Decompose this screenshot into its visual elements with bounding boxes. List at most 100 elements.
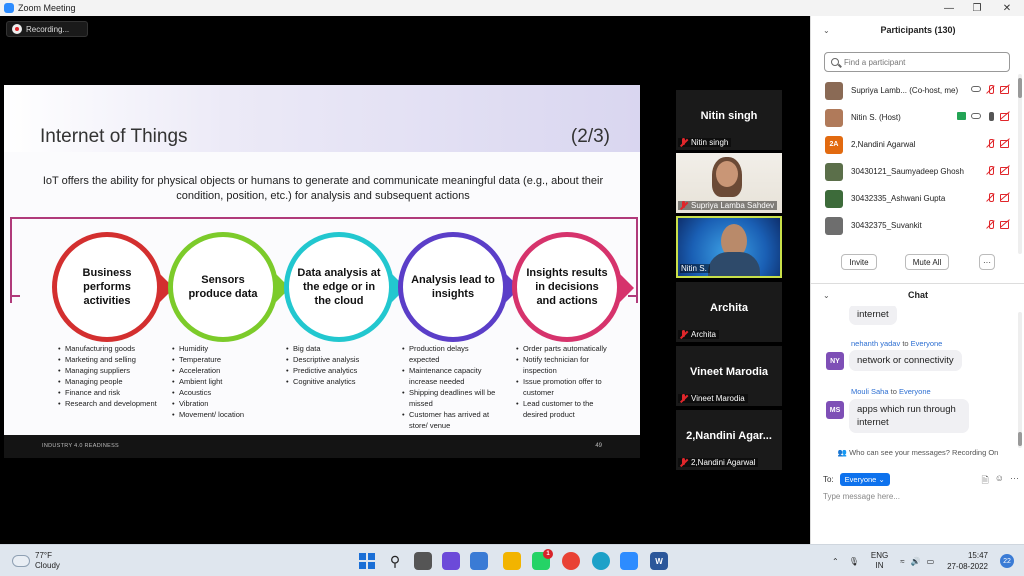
zoom-app-icon[interactable] xyxy=(620,552,638,570)
muted-mic-icon[interactable] xyxy=(986,193,995,202)
list-item: Order parts automatically xyxy=(516,343,614,354)
video-off-icon[interactable] xyxy=(1000,193,1011,202)
participant-search-placeholder: Find a participant xyxy=(844,57,906,67)
participant-status-icons xyxy=(986,139,1011,148)
chat-scrollbar[interactable] xyxy=(1018,312,1022,448)
shared-screen-slide: Internet of Things (2/3) IoT offers the … xyxy=(4,85,640,458)
word-icon[interactable]: W xyxy=(650,552,668,570)
search-icon[interactable]: ⚲ xyxy=(386,552,404,570)
video-tile-nitin-s-active-speaker[interactable]: Nitin S. xyxy=(676,216,782,278)
chat-to-word: to xyxy=(902,339,909,348)
video-tile-archita[interactable]: Archita Archita xyxy=(676,282,782,342)
chat-messages: internet nehanth yadav to Everyone NY ne… xyxy=(811,306,1019,456)
muted-mic-icon[interactable] xyxy=(986,139,995,148)
microphone-icon[interactable]: 🎙 xyxy=(849,557,859,566)
tile-label-text: Archita xyxy=(691,330,716,339)
battery-icon[interactable]: ▭ xyxy=(927,557,935,566)
tile-name: 2,Nandini Agar... xyxy=(686,430,772,442)
list-item: Descriptive analysis xyxy=(286,354,384,365)
list-item: Acceleration xyxy=(172,365,270,376)
tray-overflow-chevron-icon[interactable]: ⌃ xyxy=(832,557,839,566)
cloud-icon xyxy=(12,555,30,567)
language-indicator[interactable]: ENG IN xyxy=(871,551,888,571)
date: 27-08-2022 xyxy=(947,562,988,571)
collapse-participants-chevron-icon[interactable]: ⌄ xyxy=(823,26,830,35)
collapse-chat-chevron-icon[interactable]: ⌄ xyxy=(823,291,830,300)
participant-search-input[interactable]: Find a participant xyxy=(824,52,1010,72)
list-item: Movement/ location xyxy=(172,409,270,420)
wifi-icon[interactable]: ≈ xyxy=(900,557,904,566)
tile-label: Vineet Marodia xyxy=(678,394,748,403)
teams-chat-icon[interactable] xyxy=(442,552,460,570)
file-explorer-icon[interactable] xyxy=(503,552,521,570)
minimize-button[interactable]: — xyxy=(934,0,964,16)
participant-status-icons xyxy=(971,85,1011,94)
maximize-button[interactable]: ❐ xyxy=(962,0,992,16)
file-icon[interactable]: 🗎 xyxy=(982,473,989,489)
tile-label: Archita xyxy=(678,330,719,339)
notification-count-badge[interactable]: 22 xyxy=(1000,554,1014,568)
participants-scrollbar[interactable] xyxy=(1018,74,1022,254)
avatar: MS xyxy=(826,401,844,419)
flow-step-circle: Analysis lead to insights xyxy=(398,232,508,342)
chat-visibility-notice[interactable]: 👥 Who can see your messages? Recording O… xyxy=(811,448,1024,457)
video-tile-supriya[interactable]: Supriya Lamba Sahdev xyxy=(676,153,782,213)
video-off-icon[interactable] xyxy=(1000,112,1011,121)
list-item: Managing suppliers xyxy=(58,365,158,376)
edge-icon[interactable] xyxy=(592,552,610,570)
muted-mic-icon[interactable] xyxy=(986,85,995,94)
flow-arrow-icon xyxy=(620,274,634,302)
avatar xyxy=(825,162,843,181)
recipient-dropdown[interactable]: Everyone ⌄ xyxy=(839,472,890,486)
weather-text: 77°F Cloudy xyxy=(35,551,60,571)
video-off-icon[interactable] xyxy=(1000,220,1011,229)
mic-on-icon[interactable] xyxy=(986,112,995,121)
tile-name: Nitin singh xyxy=(700,110,758,122)
clock[interactable]: 15:47 27-08-2022 xyxy=(947,550,988,572)
start-button[interactable] xyxy=(358,552,376,570)
close-button[interactable]: ✕ xyxy=(992,0,1022,16)
participant-row[interactable]: 2A 2,Nandini Agarwal xyxy=(811,131,1017,158)
list-item: Managing people xyxy=(58,376,158,387)
emoji-icon[interactable]: ☺ xyxy=(995,473,1004,489)
participant-row[interactable]: 30430121_Saumyadeep Ghosh xyxy=(811,158,1017,185)
muted-mic-icon[interactable] xyxy=(986,220,995,229)
whatsapp-icon[interactable]: 1 xyxy=(532,549,553,570)
flow-step-label: Analysis lead to insights xyxy=(411,274,495,300)
participant-row[interactable]: Nitin S. (Host) xyxy=(811,104,1017,131)
volume-icon[interactable]: 🔊 xyxy=(911,557,921,566)
participant-row[interactable]: Supriya Lamb... (Co-host, me) xyxy=(811,77,1017,104)
muted-mic-icon xyxy=(679,138,688,147)
chrome-icon[interactable] xyxy=(562,552,580,570)
list-item: Temperature xyxy=(172,354,270,365)
participant-name: 30430121_Saumyadeep Ghosh xyxy=(851,167,964,176)
participant-row[interactable]: 30432335_Ashwani Gupta xyxy=(811,185,1017,212)
more-icon[interactable]: ··· xyxy=(1010,473,1019,489)
chat-message-input[interactable]: Type message here... xyxy=(823,492,900,501)
list-item: Lead customer to the desired product xyxy=(516,398,614,420)
muted-mic-icon xyxy=(679,458,688,467)
participant-row[interactable]: 30432375_Suvankit xyxy=(811,212,1017,239)
mute-all-button[interactable]: Mute All xyxy=(905,254,949,270)
video-off-icon[interactable] xyxy=(1000,139,1011,148)
flow-step-circle: Sensors produce data xyxy=(168,232,278,342)
muted-mic-icon[interactable] xyxy=(986,166,995,175)
recording-indicator[interactable]: Recording... xyxy=(6,21,88,37)
participant-actions: Invite Mute All ··· xyxy=(811,254,1024,274)
task-view-icon[interactable] xyxy=(414,552,432,570)
widgets-icon[interactable] xyxy=(470,552,488,570)
video-tile-nandini-agarwal[interactable]: 2,Nandini Agar... 2,Nandini Agarwal xyxy=(676,410,782,470)
video-tile-nitin-singh[interactable]: Nitin singh Nitin singh xyxy=(676,90,782,150)
video-off-icon[interactable] xyxy=(1000,166,1011,175)
video-tile-vineet-marodia[interactable]: Vineet Marodia Vineet Marodia xyxy=(676,346,782,406)
list-item: Acoustics xyxy=(172,387,270,398)
participant-name: 2,Nandini Agarwal xyxy=(851,140,916,149)
video-off-icon[interactable] xyxy=(1000,85,1011,94)
more-options-button[interactable]: ··· xyxy=(979,254,995,270)
chat-message-text: apps which run through internet xyxy=(849,399,969,433)
participant-status-icons xyxy=(986,220,1011,229)
participant-status-icons xyxy=(957,112,1011,121)
invite-button[interactable]: Invite xyxy=(841,254,877,270)
weather-widget[interactable]: 77°F Cloudy xyxy=(12,551,60,571)
tile-label: Supriya Lamba Sahdev xyxy=(678,201,778,210)
